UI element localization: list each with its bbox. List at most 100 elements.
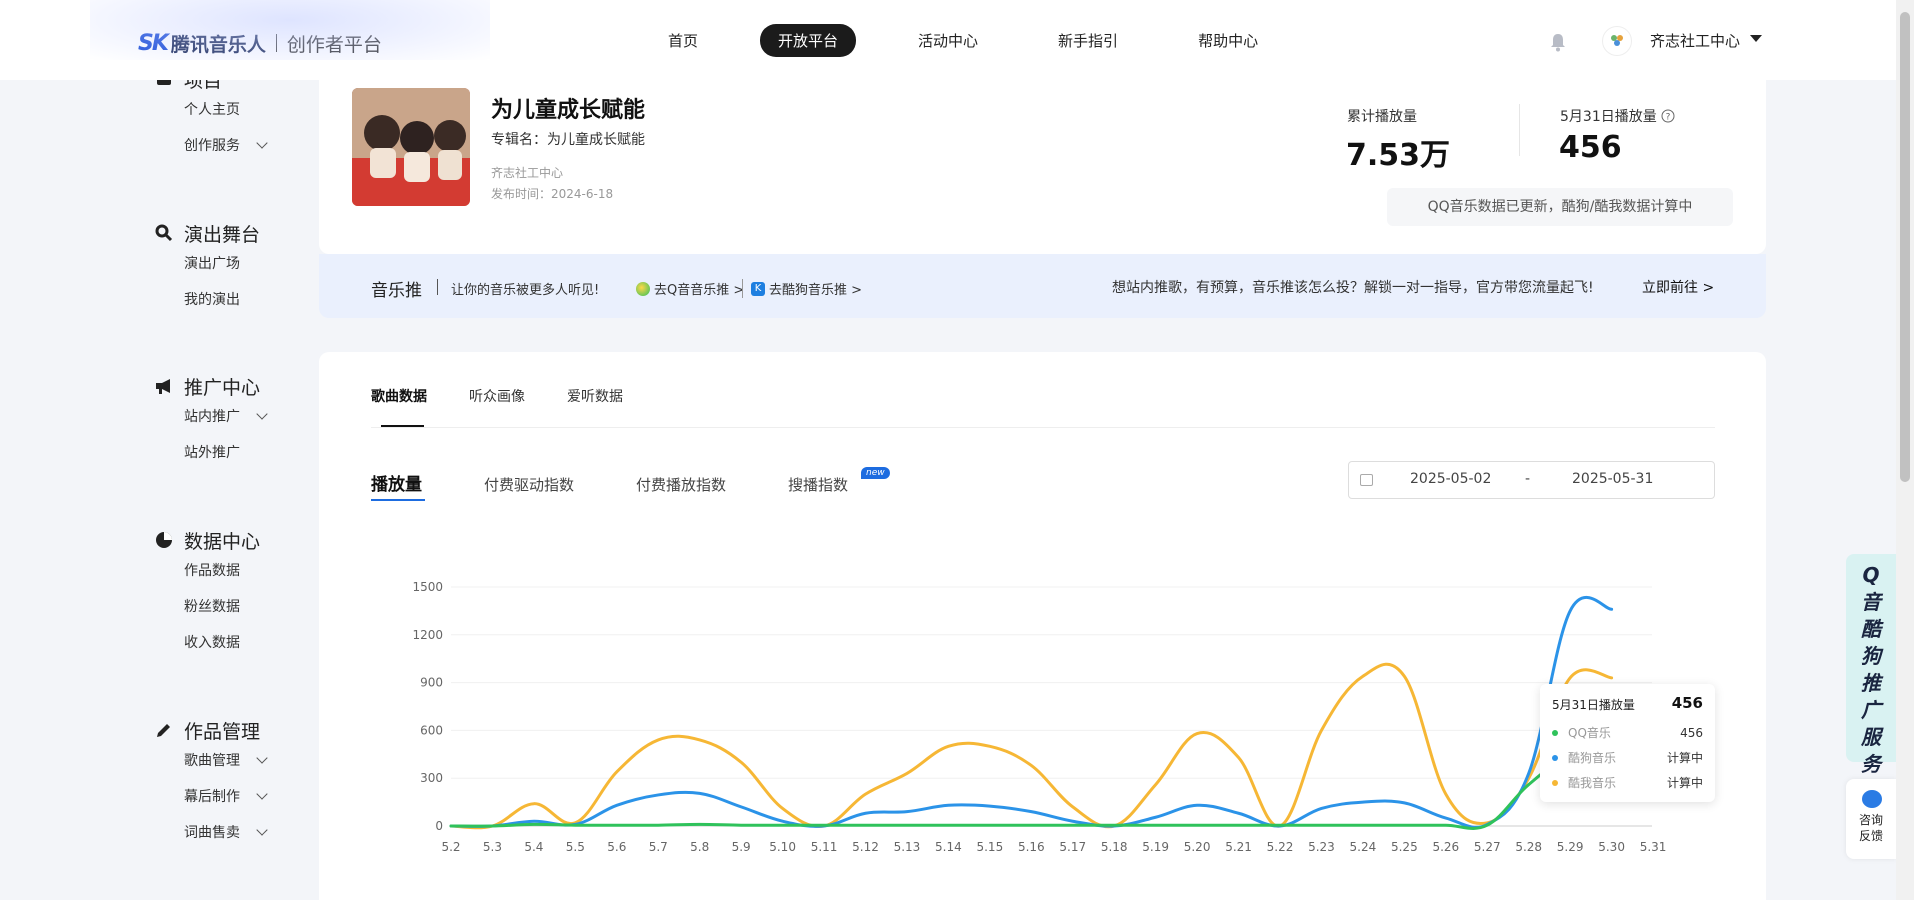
y-tick-label: 900 <box>420 676 443 690</box>
tab-search-play-index[interactable]: 搜播指数 <box>788 474 848 495</box>
sidebar-item-creation-service[interactable]: 创作服务 <box>154 128 268 164</box>
promo-go-button[interactable]: 立即前往 > <box>1642 277 1714 297</box>
tooltip-row-value: 计算中 <box>1666 776 1703 790</box>
album-name: 专辑名：为儿童成长赋能 <box>491 132 645 148</box>
day-plays-value: 456 <box>1559 130 1622 165</box>
tabs-divider <box>371 427 1715 428</box>
x-tick-label: 5.11 <box>811 840 838 854</box>
sidebar-item-label: 站外推广 <box>184 445 240 461</box>
x-tick-label: 5.23 <box>1308 840 1335 854</box>
nav-help-center[interactable]: 帮助中心 <box>1180 24 1276 57</box>
promo-service-text[interactable]: Q音酷狗推广服务 <box>1858 562 1884 778</box>
sidebar-item-label: 我的演出 <box>184 292 240 308</box>
qq-music-icon <box>636 281 650 296</box>
date-from[interactable]: 2025-05-02 <box>1410 471 1491 487</box>
logo-separator <box>275 34 277 52</box>
sidebar-item-label: 演出广场 <box>184 256 240 272</box>
nav-open-platform[interactable]: 开放平台 <box>760 24 857 57</box>
scrollbar-thumb[interactable] <box>1900 12 1910 482</box>
chart-tooltip: 5月31日播放量 456 QQ音乐 456 酷狗音乐 计算中 酷我音乐 计算中 <box>1540 684 1715 802</box>
sidebar-group-title: 作品管理 <box>154 717 266 743</box>
publish-date: 发布时间：2024-6-18 <box>491 187 614 201</box>
sidebar-item-my-shows[interactable]: 我的演出 <box>154 282 260 318</box>
sidebar-item-income-data[interactable]: 收入数据 <box>154 625 260 661</box>
logo-mark: SK <box>138 30 169 56</box>
sidebar: 项目 个人主页 创作服务 演出舞台 演出广场 我的演出 推广中心 站内推广 站外… <box>0 60 300 900</box>
tab-aiting-data[interactable]: 爱听数据 <box>567 386 623 406</box>
tab-plays[interactable]: 播放量 <box>371 470 422 495</box>
nav-beginner-guide[interactable]: 新手指引 <box>1040 24 1136 57</box>
sidebar-item-show-square[interactable]: 演出广场 <box>154 246 260 282</box>
nav-activity-center[interactable]: 活动中心 <box>900 24 996 57</box>
date-range-picker[interactable] <box>1348 461 1715 499</box>
x-tick-label: 5.17 <box>1059 840 1086 854</box>
sidebar-group-promotion: 推广中心 站内推广 站外推广 <box>154 373 268 471</box>
sidebar-group-label: 作品管理 <box>184 720 261 743</box>
kugou-promo-link[interactable]: K 去酷狗音乐推 > <box>742 279 862 298</box>
x-tick-label: 5.14 <box>935 840 962 854</box>
sidebar-item-label: 作品数据 <box>184 563 240 579</box>
chevron-down-icon <box>256 788 268 800</box>
help-icon[interactable]: ? <box>1661 109 1675 123</box>
sidebar-item-label: 站内推广 <box>184 409 240 425</box>
megaphone-icon <box>156 379 170 394</box>
sidebar-item-label: 创作服务 <box>184 138 240 154</box>
tab-paid-drive-index[interactable]: 付费驱动指数 <box>484 474 574 495</box>
legend-dot-icon <box>1552 779 1558 786</box>
x-tick-label: 5.7 <box>649 840 668 854</box>
legend-dot-icon <box>1552 754 1558 761</box>
sidebar-item-lyrics-sale[interactable]: 词曲售卖 <box>154 815 268 851</box>
series-line-kugou <box>449 595 1614 829</box>
promo-subtitle: 让你的音乐被更多人听见! <box>451 283 600 298</box>
sidebar-item-label: 词曲售卖 <box>184 825 240 841</box>
x-tick-label: 5.16 <box>1018 840 1045 854</box>
main-nav: 首页 开放平台 活动中心 新手指引 帮助中心 <box>650 24 1320 57</box>
logo[interactable]: SK 腾讯音乐人 创作者平台 <box>138 28 382 58</box>
sidebar-item-homepage[interactable]: 个人主页 <box>154 92 266 128</box>
calendar-icon <box>1360 474 1373 486</box>
tooltip-row-kuwo: 酷我音乐 计算中 <box>1552 774 1703 791</box>
promo-separator <box>437 279 438 295</box>
tooltip-value: 456 <box>1671 694 1703 712</box>
tab-paid-play-index[interactable]: 付费播放指数 <box>636 474 726 495</box>
stats-divider <box>1519 104 1520 156</box>
kugou-icon: K <box>751 281 765 296</box>
date-to[interactable]: 2025-05-31 <box>1572 471 1653 487</box>
plays-line-chart[interactable]: 0 300 600 900 1200 1500 5.2 5.3 5.4 5.5 5.6 5.7 5.8 5… <box>380 560 1680 900</box>
x-tick-label: 5.18 <box>1101 840 1128 854</box>
caret-down-icon[interactable] <box>1750 35 1762 42</box>
sidebar-item-fan-data[interactable]: 粉丝数据 <box>154 589 260 625</box>
sidebar-group-label: 演出舞台 <box>184 223 261 246</box>
metric-tab-underline <box>371 499 425 501</box>
tab-listener-profile[interactable]: 听众画像 <box>469 386 525 406</box>
promo-description: 想站内推歌，有预算，音乐推该怎么投？解锁一对一指导，官方带您流量起飞! <box>1112 280 1594 296</box>
qq-promo-link[interactable]: 去Q音音乐推 > <box>636 279 744 298</box>
sidebar-item-offsite-promo[interactable]: 站外推广 <box>154 435 266 471</box>
bell-icon[interactable] <box>1549 32 1567 52</box>
x-tick-label: 5.24 <box>1350 840 1377 854</box>
tab-song-data[interactable]: 歌曲数据 <box>371 386 427 406</box>
sidebar-group-data: 数据中心 作品数据 粉丝数据 收入数据 <box>154 527 260 661</box>
y-tick-label: 600 <box>420 723 443 737</box>
avatar[interactable] <box>1602 26 1632 56</box>
x-tick-label: 5.8 <box>690 840 709 854</box>
sidebar-group-works: 作品管理 歌曲管理 幕后制作 词曲售卖 <box>154 717 268 851</box>
new-badge: new <box>861 467 890 479</box>
sidebar-item-onsite-promo[interactable]: 站内推广 <box>154 399 268 435</box>
nav-home[interactable]: 首页 <box>650 24 716 57</box>
sidebar-item-backstage[interactable]: 幕后制作 <box>154 779 268 815</box>
x-tick-label: 5.9 <box>732 840 751 854</box>
consult-feedback-text[interactable]: 咨询反馈 <box>1857 812 1885 844</box>
sidebar-item-label: 粉丝数据 <box>184 599 240 615</box>
top-bar: SK 腾讯音乐人 创作者平台 首页 开放平台 活动中心 新手指引 帮助中心 齐志… <box>0 0 1896 80</box>
sidebar-item-work-data[interactable]: 作品数据 <box>154 553 260 589</box>
song-cover-image <box>352 88 470 206</box>
x-tick-label: 5.12 <box>852 840 879 854</box>
chevron-down-icon <box>256 137 268 149</box>
tooltip-row-value: 计算中 <box>1666 751 1703 765</box>
user-name[interactable]: 齐志社工中心 <box>1650 30 1740 51</box>
sidebar-item-song-manage[interactable]: 歌曲管理 <box>154 743 268 779</box>
chevron-down-icon <box>256 408 268 420</box>
x-tick-label: 5.4 <box>524 840 543 854</box>
legend-dot-icon <box>1552 729 1558 736</box>
